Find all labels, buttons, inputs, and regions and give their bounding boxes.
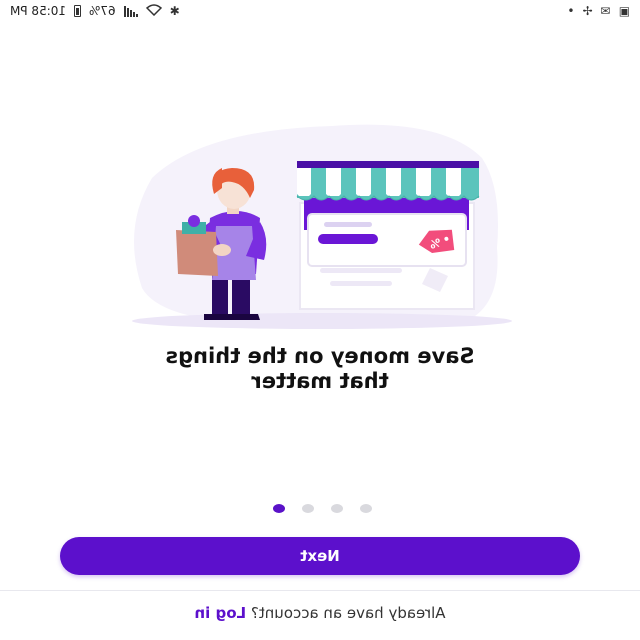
headline-line-1: Save money on the things: [165, 344, 475, 368]
headline-line-2: that matter: [251, 369, 389, 393]
gmail-icon: ✉: [600, 4, 611, 18]
battery-percentage: 67%: [89, 4, 116, 18]
gallery-icon: ▣: [618, 4, 630, 18]
bluetooth-icon: ✱: [169, 4, 180, 18]
status-bar: ▣ ✉ ✢ • ✱ 67% 10:58 PM: [0, 0, 640, 22]
onboarding-headline: Save money on the things that matter: [60, 344, 580, 394]
next-button[interactable]: Next: [60, 537, 580, 575]
status-bar-left: ▣ ✉ ✢ •: [567, 4, 630, 18]
ground-shadow: [132, 313, 512, 329]
page-dot-3[interactable]: [331, 503, 343, 513]
login-prompt-row: Already have an account? Log in: [0, 604, 640, 622]
status-time: 10:58 PM: [10, 4, 66, 18]
login-prompt-text: Already have an account?: [250, 604, 446, 622]
fan-icon: ✢: [582, 4, 593, 18]
status-bar-right: ✱ 67% 10:58 PM: [10, 3, 180, 19]
app-screen: ▣ ✉ ✢ • ✱ 67% 10:58 PM % Save money on t…: [0, 0, 640, 640]
more-icon: •: [567, 4, 575, 18]
page-dot-1-active[interactable]: [273, 503, 285, 513]
storefront: %: [296, 161, 480, 310]
page-indicator: [273, 502, 372, 514]
battery-icon: [74, 5, 81, 17]
login-link[interactable]: Log in: [194, 604, 246, 622]
bottom-divider: [0, 590, 640, 591]
wifi-icon: [145, 3, 162, 19]
page-dot-2[interactable]: [302, 503, 314, 513]
signal-icon: [123, 5, 138, 17]
page-dot-4[interactable]: [360, 503, 372, 513]
onboarding-illustration: %: [132, 124, 512, 329]
